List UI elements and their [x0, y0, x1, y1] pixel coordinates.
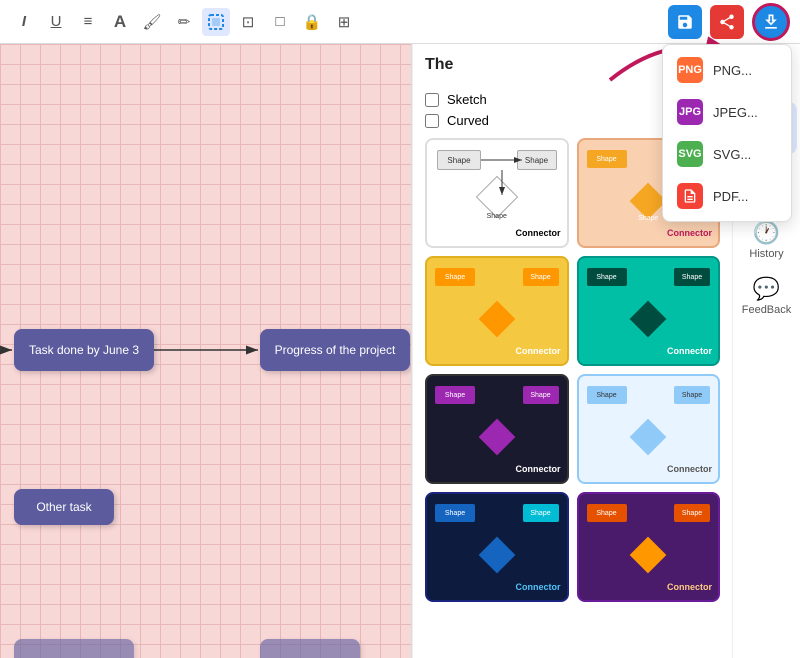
shape-icon[interactable]: □: [266, 8, 294, 36]
curved-checkbox[interactable]: [425, 114, 439, 128]
mini-connector-label-1: Connector: [516, 228, 561, 238]
toolbar: I U ≡ A 🖌 ✏ ⊡ □ 🔒 ⊞: [0, 0, 800, 44]
list-icon[interactable]: ≡: [74, 8, 102, 36]
mini-diagram-dark: Shape Shape Connector: [427, 376, 567, 478]
canvas[interactable]: Task done by June 3 Progress of the proj…: [0, 44, 411, 658]
mini-connector-label-3: Connector: [516, 346, 561, 356]
theme-card-navy[interactable]: Shape Shape Connector: [425, 492, 569, 602]
node-other-task[interactable]: Other task: [14, 489, 114, 525]
curved-label: Curved: [447, 113, 489, 128]
node-progress-project[interactable]: Progress of the project: [260, 329, 410, 371]
mini-diagram-purple: Shape Shape Connector: [579, 494, 719, 596]
mini-connector-label-8: Connector: [667, 582, 712, 592]
sketch-label: Sketch: [447, 92, 487, 107]
lock-icon[interactable]: 🔒: [298, 8, 326, 36]
sidebar-item-feedback[interactable]: 💬 FeedBack: [737, 270, 797, 322]
save-button[interactable]: [668, 5, 702, 39]
select-icon[interactable]: [202, 8, 230, 36]
export-svg-item[interactable]: SVG SVG...: [663, 133, 791, 175]
theme-card-yellow[interactable]: Shape Shape Connector: [425, 256, 569, 366]
export-pdf-item[interactable]: PDF...: [663, 175, 791, 217]
theme-card-purple[interactable]: Shape Shape Connector: [577, 492, 721, 602]
mini-diagram-yellow: Shape Shape Connector: [427, 258, 567, 360]
theme-card-teal[interactable]: Shape Shape Connector: [577, 256, 721, 366]
sidebar-item-label-history: History: [749, 248, 783, 260]
export-pdf-label: PDF...: [713, 189, 748, 204]
export-button[interactable]: [752, 3, 790, 41]
share-button[interactable]: [710, 5, 744, 39]
crop-icon[interactable]: ⊡: [234, 8, 262, 36]
svg-icon: SVG: [677, 141, 703, 167]
export-png-label: PNG...: [713, 63, 752, 78]
text-icon[interactable]: A: [106, 8, 134, 36]
italic-icon[interactable]: I: [10, 8, 38, 36]
mini-connector-label-5: Connector: [516, 464, 561, 474]
history-icon: 🕐: [753, 220, 780, 246]
export-png-item[interactable]: PNG PNG...: [663, 49, 791, 91]
feedback-icon: 💬: [753, 276, 780, 302]
mini-diagram-navy: Shape Shape Connector: [427, 494, 567, 596]
png-icon: PNG: [677, 57, 703, 83]
mini-connector-label-7: Connector: [516, 582, 561, 592]
node-task-june3[interactable]: Task done by June 3: [14, 329, 154, 371]
sketch-checkbox[interactable]: [425, 93, 439, 107]
mini-connector-label-6: Connector: [667, 464, 712, 474]
pdf-icon: [677, 183, 703, 209]
mini-diagram-light: Shape Shape Connector: [579, 376, 719, 478]
export-svg-label: SVG...: [713, 147, 751, 162]
mini-connector-label-4: Connector: [667, 346, 712, 356]
export-jpeg-label: JPEG...: [713, 105, 758, 120]
mini-connector-label-2: Connector: [667, 228, 712, 238]
underline-icon[interactable]: U: [42, 8, 70, 36]
theme-card-dark[interactable]: Shape Shape Connector: [425, 374, 569, 484]
node-bottom-center[interactable]: [260, 639, 360, 658]
toolbar-right: [668, 3, 790, 41]
export-jpeg-item[interactable]: JPG JPEG...: [663, 91, 791, 133]
pencil-icon[interactable]: ✏: [170, 8, 198, 36]
theme-panel-title: The: [425, 56, 453, 74]
grid-icon[interactable]: ⊞: [330, 8, 358, 36]
mini-diagram-default: Shape Shape Shape Connector: [427, 140, 567, 242]
paint-icon[interactable]: 🖌: [138, 8, 166, 36]
export-dropdown: PNG PNG... JPG JPEG... SVG SVG... PDF...: [662, 44, 792, 222]
node-bottom-left[interactable]: [14, 639, 134, 658]
jpeg-icon: JPG: [677, 99, 703, 125]
theme-card-default[interactable]: Shape Shape Shape Connector: [425, 138, 569, 248]
sidebar-item-label-feedback: FeedBack: [742, 304, 792, 316]
mini-diagram-teal: Shape Shape Connector: [579, 258, 719, 360]
theme-card-light[interactable]: Shape Shape Connector: [577, 374, 721, 484]
